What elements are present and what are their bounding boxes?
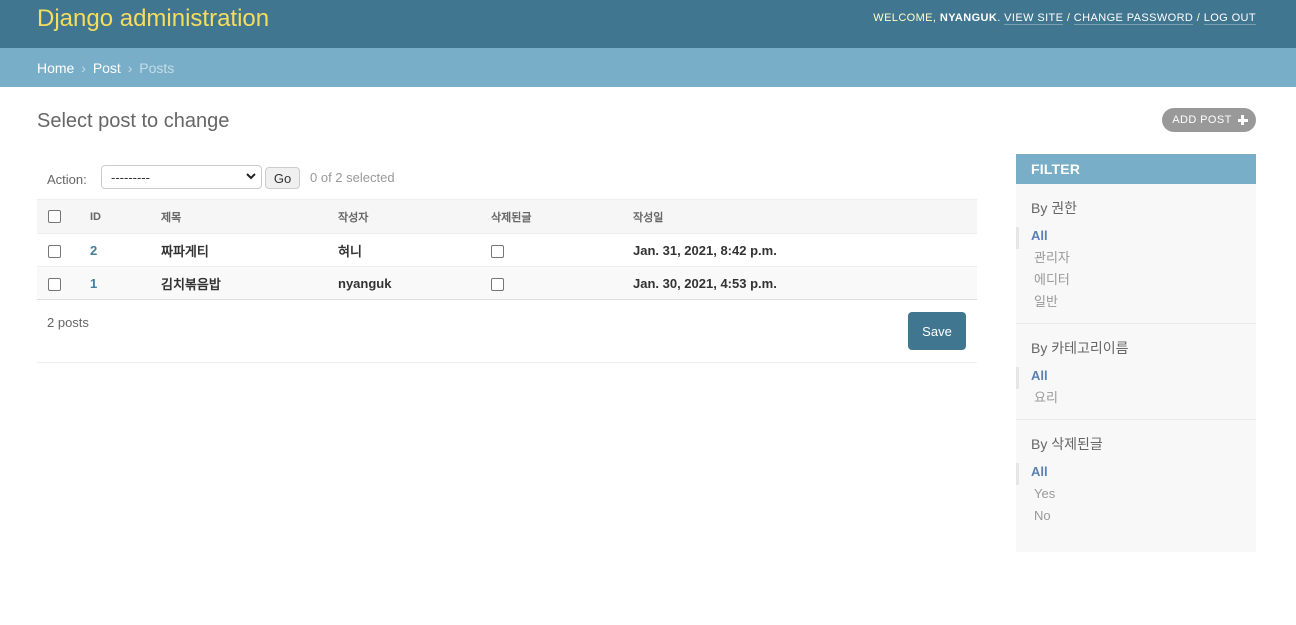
filter-group-title: By 삭제된글 bbox=[1031, 436, 1103, 452]
site-brand[interactable]: Django administration bbox=[37, 5, 269, 33]
result-table: ID 제목 작성자 삭제된글 작성일 2 짜파게티 혀니 Jan. 31, 20… bbox=[37, 199, 977, 300]
action-label: Action: bbox=[47, 172, 87, 187]
breadcrumb: Home › Post › Posts bbox=[0, 48, 1296, 87]
id-link[interactable]: 1 bbox=[90, 276, 97, 291]
breadcrumb-app[interactable]: Post bbox=[93, 60, 121, 76]
column-header-deleted[interactable]: 삭제된글 bbox=[491, 199, 633, 234]
row-checkbox[interactable] bbox=[48, 244, 61, 258]
breadcrumb-separator: › bbox=[127, 60, 133, 76]
filter-title: FILTER bbox=[1016, 154, 1256, 184]
change-password-link[interactable]: CHANGE PASSWORD bbox=[1073, 12, 1194, 25]
filter-option[interactable]: 일반 bbox=[1016, 293, 1256, 315]
separator: / bbox=[1196, 12, 1201, 24]
filter-sidebar: FILTER By 권한 All 관리자 에디터 일반 By 카테고리이름 Al… bbox=[1016, 154, 1256, 552]
column-header-title[interactable]: 제목 bbox=[161, 199, 338, 234]
paginator: 2 posts Save bbox=[37, 299, 977, 363]
row-select-cell bbox=[37, 233, 90, 267]
go-button[interactable]: Go bbox=[265, 167, 300, 189]
breadcrumb-home[interactable]: Home bbox=[37, 60, 74, 76]
column-header-id[interactable]: ID bbox=[90, 199, 161, 234]
filter-group-category: By 카테고리이름 All 요리 bbox=[1016, 324, 1256, 420]
title-cell: 짜파게티 bbox=[161, 233, 338, 267]
table-row: 2 짜파게티 혀니 Jan. 31, 2021, 8:42 p.m. bbox=[37, 233, 977, 267]
row-select-cell bbox=[37, 266, 90, 300]
breadcrumb-current: Posts bbox=[139, 60, 175, 76]
welcome-text: WELCOME, bbox=[873, 12, 937, 24]
separator: / bbox=[1066, 12, 1071, 24]
filter-option[interactable]: 에디터 bbox=[1016, 271, 1256, 293]
site-header: Django administration WELCOME, NYANGUK. … bbox=[0, 0, 1296, 48]
select-all-cell bbox=[37, 199, 90, 234]
plus-icon bbox=[1237, 115, 1248, 125]
add-post-label: ADD POST bbox=[1172, 114, 1232, 126]
deleted-cell bbox=[491, 266, 633, 300]
filter-option-all[interactable]: All bbox=[1016, 463, 1256, 485]
column-header-date[interactable]: 작성일 bbox=[633, 199, 977, 234]
user-tools: WELCOME, NYANGUK. VIEW SITE / CHANGE PAS… bbox=[873, 12, 1256, 25]
id-cell: 1 bbox=[90, 266, 161, 300]
filter-option-all[interactable]: All bbox=[1016, 227, 1256, 249]
date-cell: Jan. 30, 2021, 4:53 p.m. bbox=[633, 266, 977, 300]
breadcrumb-separator: › bbox=[81, 60, 86, 76]
filter-option[interactable]: No bbox=[1016, 507, 1256, 529]
row-checkbox[interactable] bbox=[48, 277, 61, 291]
action-select-value: --------- bbox=[111, 170, 150, 185]
log-out-link[interactable]: LOG OUT bbox=[1203, 12, 1256, 25]
filter-option[interactable]: 관리자 bbox=[1016, 249, 1256, 271]
filter-group-deleted: By 삭제된글 All Yes No bbox=[1016, 420, 1256, 537]
filter-group-title: By 카테고리이름 bbox=[1031, 340, 1129, 356]
result-count: 2 posts bbox=[47, 315, 89, 330]
author-cell: 혀니 bbox=[338, 233, 491, 267]
select-all-checkbox[interactable] bbox=[48, 210, 61, 223]
page-title: Select post to change bbox=[37, 110, 230, 132]
id-link[interactable]: 2 bbox=[90, 243, 97, 258]
table-row: 1 김치볶음밥 nyanguk Jan. 30, 2021, 4:53 p.m. bbox=[37, 266, 977, 300]
title-cell: 김치볶음밥 bbox=[161, 266, 338, 300]
action-counter: 0 of 2 selected bbox=[310, 170, 395, 185]
chevron-down-icon bbox=[246, 173, 256, 180]
actions-bar: Action: --------- Go 0 of 2 selected bbox=[37, 165, 977, 195]
filter-option-all[interactable]: All bbox=[1016, 367, 1256, 389]
add-post-button[interactable]: ADD POST bbox=[1162, 108, 1256, 132]
view-site-link[interactable]: VIEW SITE bbox=[1004, 12, 1064, 25]
action-select[interactable]: --------- bbox=[101, 165, 262, 189]
id-cell: 2 bbox=[90, 233, 161, 267]
save-button[interactable]: Save bbox=[908, 312, 966, 350]
filter-option[interactable]: Yes bbox=[1016, 485, 1256, 507]
deleted-checkbox[interactable] bbox=[491, 277, 504, 291]
deleted-checkbox[interactable] bbox=[491, 244, 504, 258]
author-cell: nyanguk bbox=[338, 266, 491, 300]
username: NYANGUK bbox=[939, 12, 998, 24]
deleted-cell bbox=[491, 233, 633, 267]
table-header-row: ID 제목 작성자 삭제된글 작성일 bbox=[37, 199, 977, 234]
column-header-author[interactable]: 작성자 bbox=[338, 199, 491, 234]
filter-option[interactable]: 요리 bbox=[1016, 389, 1256, 411]
filter-group-title: By 권한 bbox=[1031, 200, 1077, 216]
filter-group-role: By 권한 All 관리자 에디터 일반 bbox=[1016, 184, 1256, 324]
date-cell: Jan. 31, 2021, 8:42 p.m. bbox=[633, 233, 977, 267]
